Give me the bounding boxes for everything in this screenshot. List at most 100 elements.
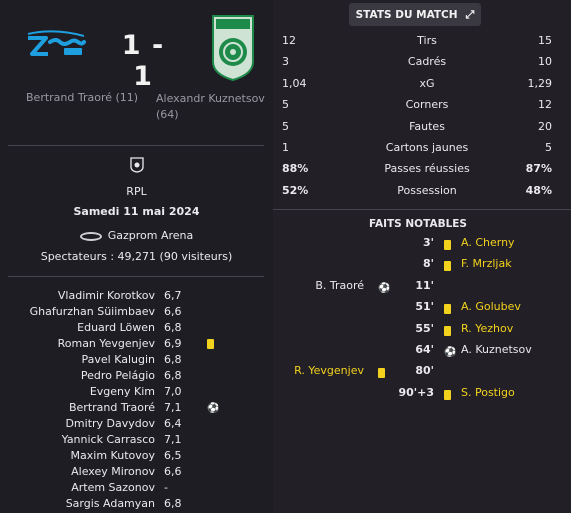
player-rating-row[interactable]: Artem Sazonov - <box>0 481 273 497</box>
yellow-card-icon <box>444 240 451 250</box>
divider <box>8 276 264 277</box>
expand-icon[interactable]: ⤢ <box>466 3 475 26</box>
stat-row: 88% Passes réussies 87% <box>282 162 552 183</box>
event-player[interactable]: B. Traoré <box>315 279 364 292</box>
event-player[interactable]: S. Postigo <box>461 386 515 399</box>
stat-away-value: 12 <box>538 98 552 112</box>
stat-row: 5 Corners 12 <box>282 98 552 119</box>
stat-label: Cadrés <box>407 55 447 69</box>
stadium-row[interactable]: Gazprom Arena <box>0 229 273 242</box>
event-row[interactable]: B. Traoré ⚽ 11' <box>282 279 552 300</box>
ufa-crest[interactable] <box>210 14 256 82</box>
stat-row: 1 Cartons jaunes 5 <box>282 141 552 162</box>
event-row[interactable]: 90'+3 S. Postigo <box>282 386 552 407</box>
player-rating-row[interactable]: Bertrand Traoré 7,1 ⚽ <box>0 401 273 417</box>
event-minute: 8' <box>422 257 434 271</box>
goal-ball-icon: ⚽ <box>207 403 220 414</box>
stat-home-value: 3 <box>282 55 289 69</box>
player-rating: - <box>164 481 168 494</box>
player-rating-row[interactable]: Alexey Mironov 6,6 <box>0 465 273 481</box>
zenit-logo[interactable] <box>24 30 88 62</box>
stat-row: 52% Possession 48% <box>282 184 552 205</box>
stat-label: Passes réussies <box>384 162 470 176</box>
player-rating-row[interactable]: Eduard Löwen 6,8 <box>0 321 273 337</box>
stat-away-value: 48% <box>525 183 552 197</box>
divider <box>273 209 571 210</box>
stat-row: 1,04 xG 1,29 <box>282 77 552 98</box>
stats-table: 12 Tirs 15 3 Cadrés 10 1,04 xG 1,29 5 Corners 12… <box>282 34 552 205</box>
away-scorer[interactable]: Alexandr Kuznetsov (64) <box>156 91 266 123</box>
player-rating-row[interactable]: Pavel Kalugin 6,8 <box>0 353 273 369</box>
stat-home-value: 88% <box>282 162 309 176</box>
player-name: Maxim Kutovoy <box>70 449 155 462</box>
player-name: Pedro Pelágio <box>80 369 155 382</box>
player-rating: 6,6 <box>164 465 182 478</box>
player-rating: 7,1 <box>164 401 182 414</box>
stat-label: Cartons jaunes <box>385 140 469 154</box>
goal-ball-icon: ⚽ <box>444 346 457 358</box>
event-row[interactable]: 3' A. Cherny <box>282 236 552 257</box>
event-row[interactable]: R. Yevgenjev 80' <box>282 364 552 385</box>
player-rating: 6,9 <box>164 337 182 350</box>
stadium-icon <box>79 231 102 241</box>
player-rating-row[interactable]: Ghafurzhan Süiimbaev 6,6 <box>0 305 273 321</box>
event-player[interactable]: F. Mrzljak <box>461 257 512 270</box>
event-row[interactable]: 51' A. Golubev <box>282 300 552 321</box>
player-rating: 6,8 <box>164 497 182 510</box>
competition-logo <box>130 157 144 173</box>
player-name: Roman Yevgenjev <box>57 337 155 350</box>
player-name: Sargis Adamyan <box>65 497 155 510</box>
stat-home-value: 12 <box>282 34 296 47</box>
player-name: Eduard Löwen <box>77 321 155 334</box>
player-rating: 6,4 <box>164 417 182 430</box>
event-player[interactable]: A. Kuznetsov <box>461 343 532 356</box>
event-minute: 90'+3 <box>398 385 434 399</box>
player-rating: 7,0 <box>164 385 182 398</box>
yellow-card-icon <box>444 389 451 400</box>
stat-away-value: 87% <box>525 162 552 176</box>
divider <box>8 145 264 146</box>
competition-name[interactable]: RPL <box>0 185 273 198</box>
stat-away-value: 20 <box>538 119 552 133</box>
stat-label: Tirs <box>417 34 437 47</box>
stat-home-value: 5 <box>282 119 289 133</box>
stat-row: 3 Cadrés 10 <box>282 55 552 76</box>
stat-label: Corners <box>405 98 449 112</box>
stat-label: Fautes <box>409 119 445 133</box>
player-rating: 6,5 <box>164 449 182 462</box>
player-rating: 7,1 <box>164 433 182 446</box>
player-rating-row[interactable]: Sargis Adamyan 6,8 <box>0 497 273 513</box>
player-name: Bertrand Traoré <box>68 401 155 414</box>
player-rating-row[interactable]: Maxim Kutovoy 6,5 <box>0 449 273 465</box>
yellow-card-icon <box>444 304 451 315</box>
yellow-card-icon <box>444 325 451 336</box>
player-rating-row[interactable]: Pedro Pelágio 6,8 <box>0 369 273 385</box>
event-row[interactable]: 8' F. Mrzljak <box>282 257 552 278</box>
stat-label: Possession <box>397 183 457 197</box>
events-list: 3' A. Cherny 8' F. Mrzljak B. Traoré ⚽ 11' 5… <box>282 236 552 407</box>
stats-header-label: STATS DU MATCH <box>355 9 458 21</box>
event-row[interactable]: 64' ⚽ A. Kuznetsov <box>282 343 552 364</box>
event-minute: 55' <box>415 321 434 335</box>
player-name: Ghafurzhan Süiimbaev <box>29 305 155 318</box>
match-stats-button[interactable]: STATS DU MATCH ⤢ <box>349 3 481 26</box>
event-player[interactable]: R. Yezhov <box>461 322 513 335</box>
home-scorer[interactable]: Bertrand Traoré (11) <box>26 91 138 104</box>
stadium-name: Gazprom Arena <box>107 229 194 242</box>
player-rating-row[interactable]: Yannick Carrasco 7,1 <box>0 433 273 449</box>
player-rating-row[interactable]: Dmitry Davydov 6,4 <box>0 417 273 433</box>
event-row[interactable]: 55' R. Yezhov <box>282 322 552 343</box>
events-title: FAITS NOTABLES <box>369 218 467 230</box>
player-name: Evgeny Kim <box>89 385 155 398</box>
player-name: Vladimir Korotkov <box>57 289 155 302</box>
player-name: Yannick Carrasco <box>61 433 155 446</box>
stat-home-value: 52% <box>282 183 309 197</box>
player-rating-row[interactable]: Vladimir Korotkov 6,7 <box>0 289 273 305</box>
event-player[interactable]: A. Cherny <box>461 236 515 249</box>
stat-home-value: 5 <box>282 98 289 112</box>
event-player[interactable]: A. Golubev <box>461 300 521 313</box>
player-rating-row[interactable]: Roman Yevgenjev 6,9 <box>0 337 273 353</box>
player-rating-row[interactable]: Evgeny Kim 7,0 <box>0 385 273 401</box>
event-player[interactable]: R. Yevgenjev <box>294 364 364 377</box>
player-name: Alexey Mironov <box>71 465 155 478</box>
